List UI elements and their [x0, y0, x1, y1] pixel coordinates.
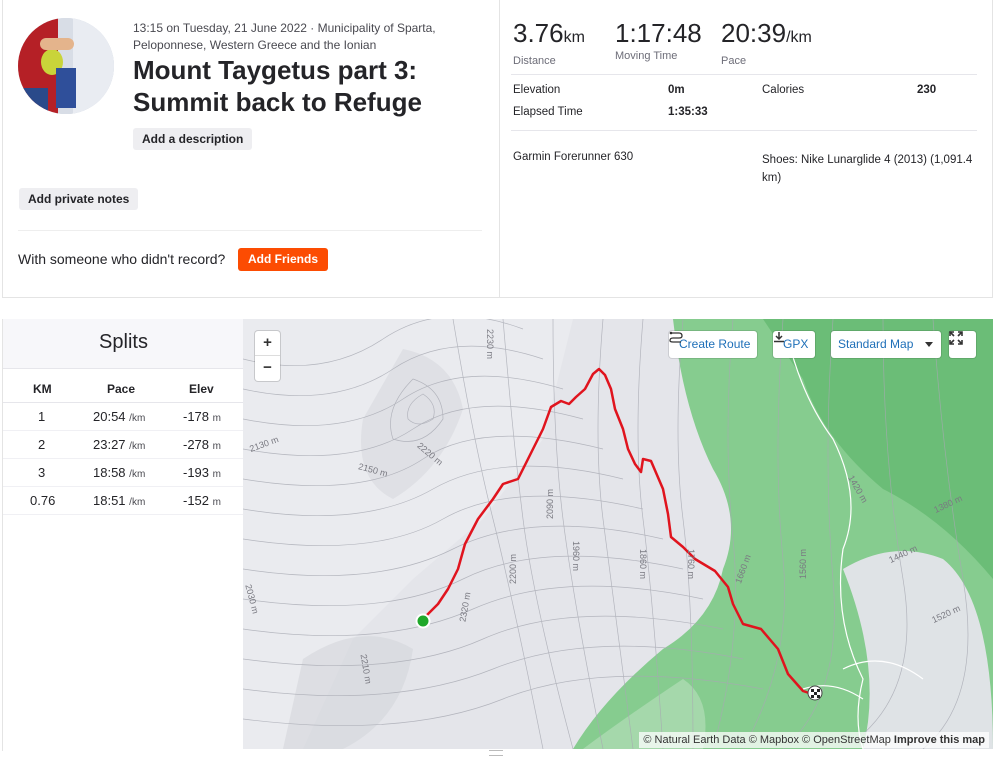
attribution-text: © Natural Earth Data © Mapbox © OpenStre… — [643, 734, 891, 746]
create-route-button[interactable]: Create Route — [669, 331, 758, 358]
elapsed-time-label: Elapsed Time — [513, 106, 583, 118]
activity-stats: 3.76km Distance 1:17:48 Moving Time 20:3… — [501, 0, 994, 297]
splits-header: Splits — [3, 319, 244, 369]
split-km: 3 — [38, 465, 46, 480]
stat-distance-value: 3.76 — [513, 18, 564, 48]
split-elev-unit: m — [212, 469, 221, 480]
add-description-button[interactable]: Add a description — [133, 128, 253, 150]
with-someone-text: With someone who didn't record? — [18, 251, 226, 267]
stat-pace-label: Pace — [721, 55, 747, 67]
stat-pace-unit: /km — [786, 29, 812, 46]
caret-down-icon — [924, 342, 933, 348]
contour-label: 2090 m — [545, 488, 556, 520]
avatar-image — [18, 18, 114, 114]
split-pace-unit: /km — [129, 497, 146, 508]
split-pace: 23:27 — [93, 437, 126, 452]
contour-label: 1760 m — [686, 548, 697, 580]
gpx-button[interactable]: GPX — [773, 331, 816, 358]
split-pace-unit: /km — [129, 441, 146, 452]
splits-header-pace: Pace — [107, 382, 136, 396]
add-private-notes-button[interactable]: Add private notes — [19, 188, 139, 210]
splits-panel: Splits KM Pace Elev 1 20:54 /km -178 m 2… — [2, 319, 244, 751]
split-pace-unit: /km — [129, 413, 146, 424]
create-route-label: Create Route — [679, 337, 751, 351]
elapsed-time-value: 1:35:33 — [668, 106, 708, 118]
avatar[interactable] — [18, 18, 114, 114]
resize-handle[interactable] — [489, 750, 503, 756]
split-elev: -278 — [183, 437, 210, 452]
stat-moving-time-value: 1:17:48 — [615, 18, 702, 48]
activity-summary-panel: 13:15 on Tuesday, 21 June 2022 · Municip… — [2, 0, 993, 298]
shoes-info-line2: km) — [762, 172, 782, 184]
activity-datetime-location: 13:15 on Tuesday, 21 June 2022 · Municip… — [133, 21, 436, 52]
contour-label: 1960 m — [571, 540, 582, 572]
fullscreen-button[interactable] — [949, 331, 976, 358]
splits-table-header: KM Pace Elev — [3, 375, 244, 403]
divider — [511, 74, 977, 75]
split-km: 2 — [38, 437, 46, 452]
split-pace: 20:54 — [93, 409, 126, 424]
split-elev: -193 — [183, 465, 210, 480]
add-friends-button[interactable]: Add Friends — [238, 248, 329, 271]
stat-distance: 3.76km Distance — [513, 18, 585, 67]
split-elev: -152 — [183, 493, 210, 508]
split-elev-unit: m — [212, 413, 221, 424]
activity-header: 13:15 on Tuesday, 21 June 2022 · Municip… — [3, 0, 500, 297]
elevation-label: Elevation — [513, 84, 561, 96]
stat-moving-time: 1:17:48 Moving Time — [615, 18, 702, 62]
map-terrain — [243, 319, 993, 749]
standard-map-dropdown[interactable]: Standard Map — [831, 331, 941, 358]
split-pace: 18:58 — [93, 465, 126, 480]
gpx-label: GPX — [783, 337, 809, 351]
stat-moving-time-label: Moving Time — [615, 50, 678, 62]
split-elev-unit: m — [212, 441, 221, 452]
stat-distance-label: Distance — [513, 55, 556, 67]
zoom-in-button[interactable]: + — [255, 331, 280, 356]
split-km: 0.76 — [30, 493, 56, 508]
divider — [18, 230, 482, 231]
split-pace: 18:51 — [93, 493, 126, 508]
shoes-info[interactable]: Shoes: Nike Lunarglide 4 (2013) (1,091.4… — [762, 151, 972, 187]
table-row: 3 18:58 /km -193 m — [3, 459, 244, 487]
elevation-value: 0m — [668, 84, 685, 96]
stat-distance-unit: km — [563, 29, 585, 46]
split-elev: -178 — [183, 409, 210, 424]
contour-label: 2200 m — [508, 553, 519, 585]
contour-label: 1860 m — [638, 548, 649, 580]
splits-header-km: KM — [33, 382, 52, 396]
route-map[interactable]: 2230 m 2130 m 2150 m 2220 m 2090 m 2200 … — [243, 319, 993, 749]
table-row: 2 23:27 /km -278 m — [3, 431, 244, 459]
standard-map-label: Standard Map — [838, 337, 914, 351]
table-row: 1 20:54 /km -178 m — [3, 403, 244, 431]
split-km: 1 — [38, 409, 46, 424]
zoom-out-button[interactable]: − — [255, 356, 280, 381]
activity-title[interactable]: Mount Taygetus part 3: Summit back to Re… — [133, 54, 463, 118]
calories-value: 230 — [917, 84, 937, 96]
contour-label: 1560 m — [798, 548, 809, 580]
map-attribution: © Natural Earth Data © Mapbox © OpenStre… — [639, 732, 989, 748]
stat-pace: 20:39/km Pace — [721, 18, 812, 67]
split-elev-unit: m — [212, 497, 221, 508]
zoom-control: + − — [255, 331, 280, 381]
shoes-info-line1: Shoes: Nike Lunarglide 4 (2013) (1,091.4 — [762, 154, 973, 166]
device-name: Garmin Forerunner 630 — [513, 151, 634, 163]
splits-title: Splits — [99, 331, 148, 353]
contour-label: 2230 m — [485, 328, 496, 360]
divider — [511, 130, 977, 131]
table-row: 0.76 18:51 /km -152 m — [3, 487, 244, 515]
split-pace-unit: /km — [129, 469, 146, 480]
stat-pace-value: 20:39 — [721, 18, 787, 48]
splits-header-elev: Elev — [189, 382, 214, 396]
improve-map-link[interactable]: Improve this map — [894, 734, 985, 746]
calories-label: Calories — [762, 84, 805, 96]
